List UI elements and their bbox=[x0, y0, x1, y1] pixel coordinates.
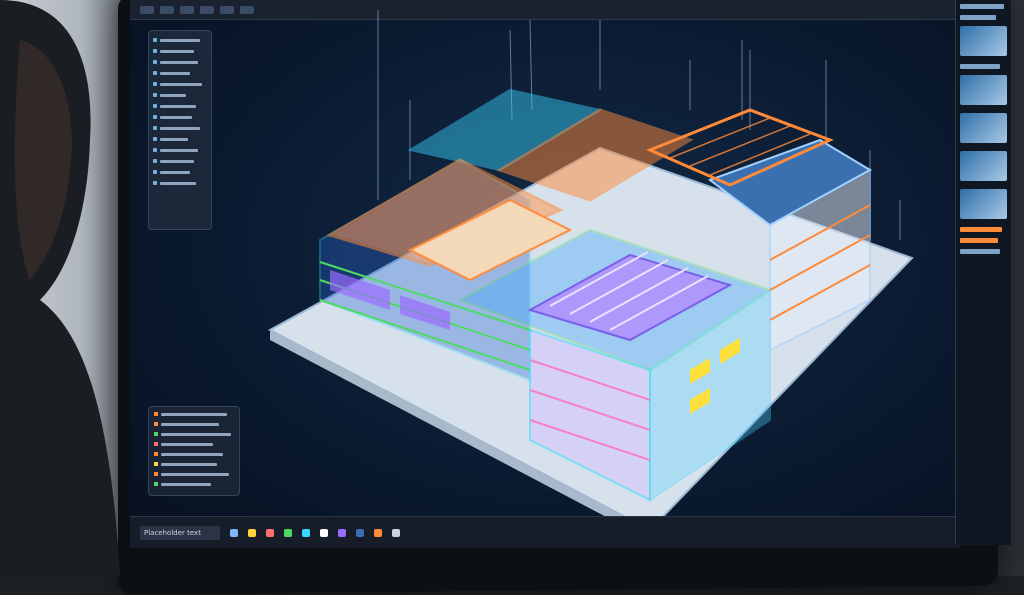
taskbar-app-icon[interactable] bbox=[302, 528, 310, 537]
taskbar-app-icon[interactable] bbox=[284, 528, 292, 537]
taskbar-app-icon[interactable] bbox=[266, 528, 274, 537]
taskbar-app-icon[interactable] bbox=[248, 528, 256, 537]
taskbar-app-icon[interactable] bbox=[356, 528, 364, 537]
right-thumbnail-panel bbox=[955, 0, 1011, 545]
taskbar: Placeholder text bbox=[130, 516, 960, 548]
monitor-screen: Placeholder text bbox=[130, 0, 960, 548]
taskbar-app-icon[interactable] bbox=[374, 528, 382, 537]
taskbar-app-icon[interactable] bbox=[320, 528, 328, 537]
view-thumbnail[interactable] bbox=[960, 26, 1007, 56]
view-thumbnail[interactable] bbox=[960, 189, 1007, 219]
taskbar-search[interactable]: Placeholder text bbox=[140, 525, 220, 540]
view-thumbnail[interactable] bbox=[960, 113, 1007, 143]
taskbar-app-icon[interactable] bbox=[338, 528, 346, 537]
taskbar-app-icon[interactable] bbox=[392, 528, 400, 537]
building-model-viewport[interactable] bbox=[130, 0, 960, 548]
taskbar-app-icon[interactable] bbox=[230, 528, 238, 537]
view-thumbnail[interactable] bbox=[960, 151, 1007, 181]
view-thumbnail[interactable] bbox=[960, 75, 1007, 105]
person-silhouette bbox=[0, 0, 120, 576]
